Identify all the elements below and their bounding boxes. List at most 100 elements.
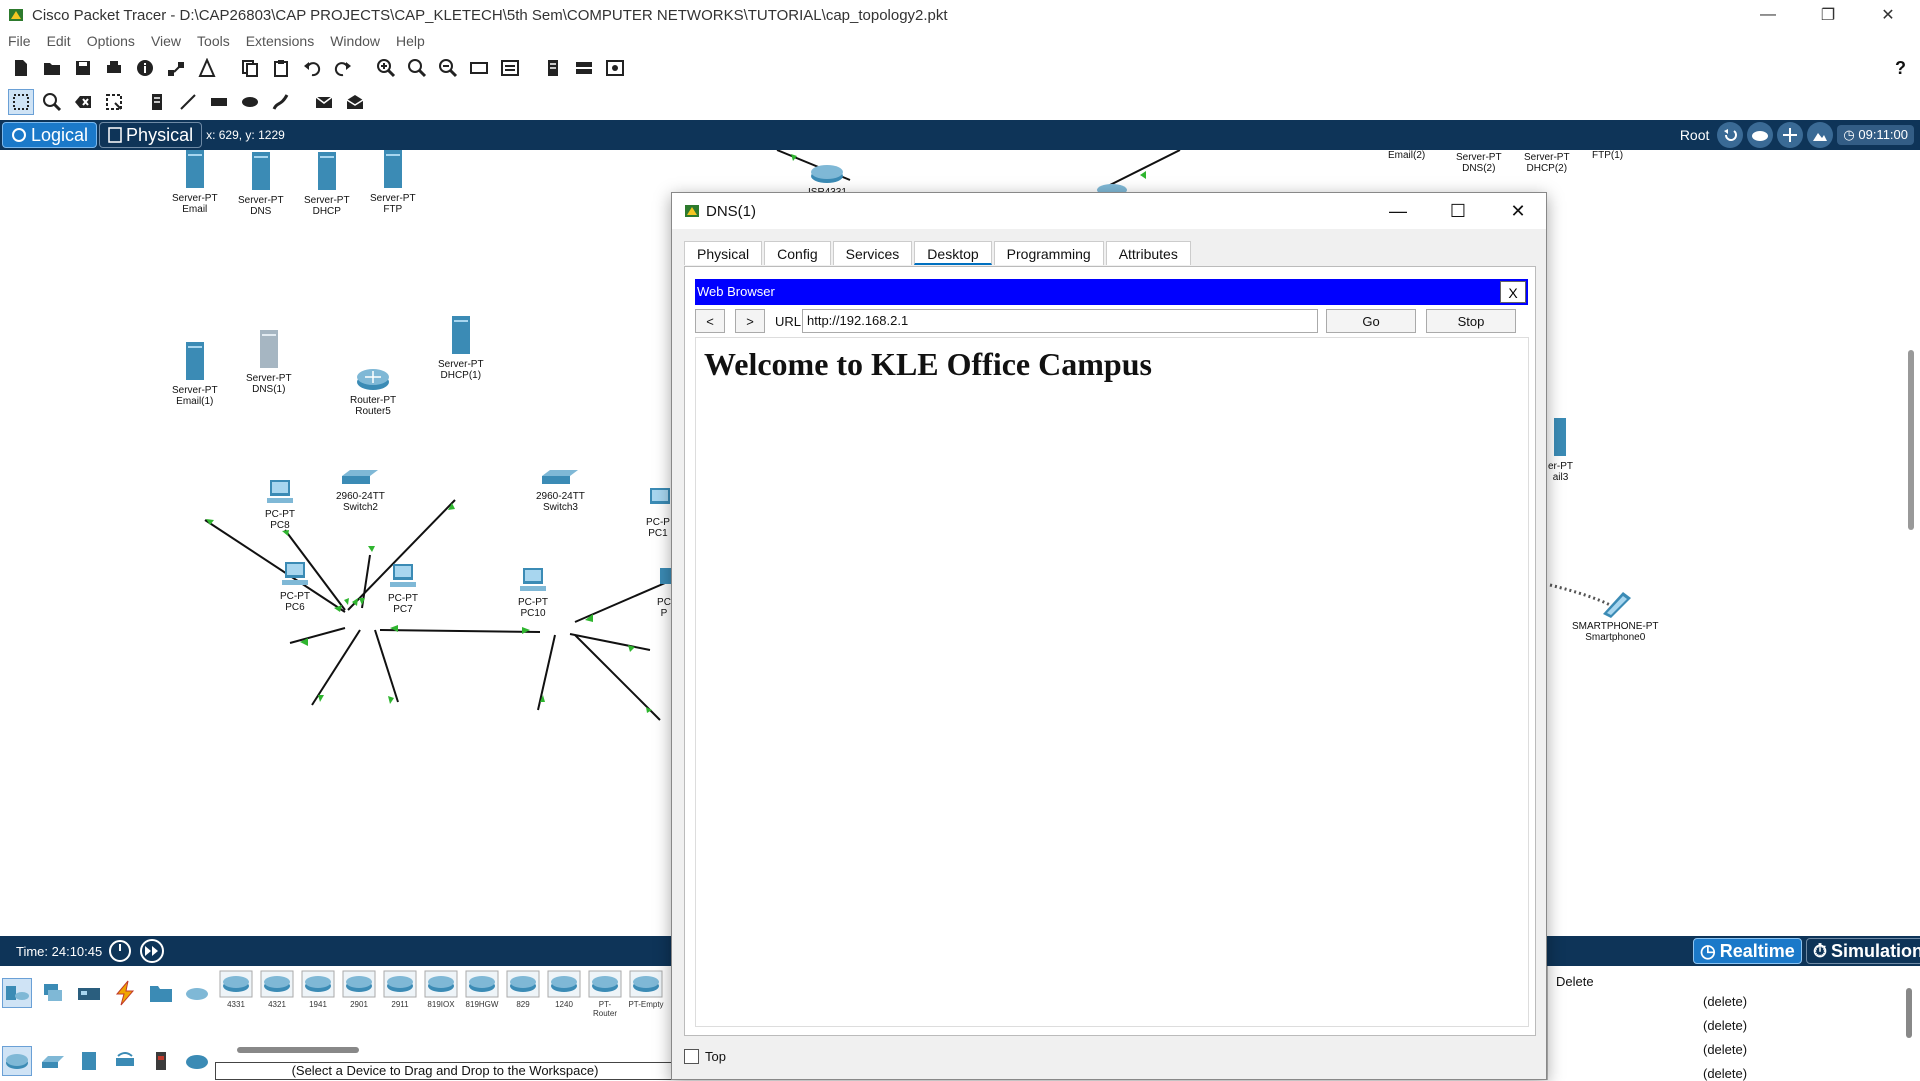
top-checkbox[interactable]: Top (684, 1049, 726, 1064)
go-button[interactable]: Go (1326, 309, 1416, 333)
device-pc8[interactable]: PC-PT PC8 (265, 480, 295, 531)
pdu-scrollbar[interactable] (1906, 988, 1912, 1038)
dialog-minimize-button[interactable]: — (1370, 193, 1426, 229)
menu-file[interactable]: File (8, 33, 31, 49)
inspect-tool-icon[interactable] (39, 89, 65, 115)
model-1240[interactable]: 1240 (546, 970, 582, 1018)
top-checkbox-box[interactable] (684, 1049, 699, 1064)
move-viewport-icon[interactable] (1777, 122, 1804, 148)
save-icon[interactable] (70, 55, 96, 81)
redo-icon[interactable] (330, 55, 356, 81)
tab-config[interactable]: Config (764, 241, 831, 265)
delete-tool-icon[interactable] (70, 89, 96, 115)
device-pc10[interactable]: PC-PT PC10 (518, 568, 548, 619)
model-819iox[interactable]: 819IOX (423, 970, 459, 1018)
realtime-tab[interactable]: ◷ Realtime (1693, 938, 1802, 964)
undo-icon[interactable] (299, 55, 325, 81)
palette-scrollbar[interactable] (237, 1047, 359, 1053)
tab-programming[interactable]: Programming (993, 241, 1104, 265)
select-tool-icon[interactable] (8, 89, 34, 115)
device-router5[interactable]: Router-PT Router5 (350, 366, 396, 417)
url-input[interactable]: http://192.168.2.1 (802, 309, 1318, 333)
simulation-tab[interactable]: ⏱ Simulation (1806, 938, 1920, 964)
pdu-delete-link[interactable]: (delete) (1703, 994, 1747, 1009)
device-server-dhcp2[interactable]: Server-PT DHCP(2) (1524, 152, 1570, 174)
model-819hgw[interactable]: 819HGW (464, 970, 500, 1018)
cluster-icon[interactable] (1747, 122, 1774, 148)
logical-tab[interactable]: Logical (2, 122, 98, 148)
vertical-scroll-thumb[interactable] (1908, 350, 1914, 530)
menu-edit[interactable]: Edit (47, 33, 71, 49)
physical-tab[interactable]: Physical (99, 122, 203, 148)
back-icon[interactable] (1717, 122, 1744, 148)
multiuser-icon[interactable] (182, 978, 212, 1008)
browser-back-button[interactable]: < (695, 309, 725, 333)
wireless-devices-icon[interactable] (110, 1046, 140, 1076)
device-server-email1[interactable]: Server-PT Email(1) (172, 342, 218, 407)
pdu-delete-link[interactable]: (delete) (1703, 1018, 1747, 1033)
tab-attributes[interactable]: Attributes (1105, 241, 1191, 265)
pdu-list-icon[interactable] (540, 55, 566, 81)
workspace-vertical-scrollbar[interactable] (1905, 150, 1920, 915)
device-pc-partial[interactable]: PC P (656, 568, 672, 619)
new-file-icon[interactable] (8, 55, 34, 81)
menu-window[interactable]: Window (330, 33, 380, 49)
open-folder-icon[interactable] (39, 55, 65, 81)
network-wizard-icon[interactable] (163, 55, 189, 81)
power-cycle-icon[interactable] (108, 939, 132, 963)
model-2901[interactable]: 2901 (341, 970, 377, 1018)
device-server-mail3[interactable]: er-PT ail3 (1548, 418, 1573, 483)
info-icon[interactable] (132, 55, 158, 81)
connections-icon[interactable] (110, 978, 140, 1008)
freeform-tool-icon[interactable] (268, 89, 294, 115)
tab-desktop[interactable]: Desktop (914, 241, 992, 265)
tab-physical[interactable]: Physical (684, 241, 763, 265)
zoom-reset-icon[interactable] (404, 55, 430, 81)
device-server-dhcp[interactable]: Server-PT DHCP (304, 152, 350, 217)
model-pt-empty[interactable]: PT-Empty (628, 970, 664, 1018)
drawing-palette-icon[interactable] (466, 55, 492, 81)
device-switch3[interactable]: 2960-24TT Switch3 (536, 468, 585, 513)
viewport-icon[interactable] (602, 55, 628, 81)
menu-help[interactable]: Help (396, 33, 425, 49)
wan-emulation-icon[interactable] (182, 1046, 212, 1076)
components-icon[interactable] (74, 978, 104, 1008)
menu-extensions[interactable]: Extensions (246, 33, 314, 49)
zoom-out-icon[interactable] (435, 55, 461, 81)
miscellaneous-icon[interactable] (146, 978, 176, 1008)
device-pc1[interactable]: PC-P PC1 (645, 488, 671, 539)
copy-icon[interactable] (237, 55, 263, 81)
model-2911[interactable]: 2911 (382, 970, 418, 1018)
custom-device-icon[interactable] (497, 55, 523, 81)
stop-button[interactable]: Stop (1426, 309, 1516, 333)
device-server-dns[interactable]: Server-PT DNS (238, 152, 284, 217)
model-829[interactable]: 829 (505, 970, 541, 1018)
restore-button[interactable]: ❐ (1805, 0, 1851, 30)
pdu-delete-link[interactable]: (delete) (1703, 1042, 1747, 1057)
device-server-ftp1[interactable]: FTP(1) (1592, 150, 1623, 161)
device-server-dhcp1[interactable]: Server-PT DHCP(1) (438, 316, 484, 381)
note-tool-icon[interactable] (144, 89, 170, 115)
ellipse-tool-icon[interactable] (237, 89, 263, 115)
device-server-email[interactable]: Server-PT Email (172, 150, 218, 215)
model-1941[interactable]: 1941 (300, 970, 336, 1018)
fast-forward-icon[interactable] (138, 939, 166, 963)
end-devices-icon[interactable] (38, 978, 68, 1008)
menu-tools[interactable]: Tools (197, 33, 230, 49)
browser-forward-button[interactable]: > (735, 309, 765, 333)
resize-tool-icon[interactable] (101, 89, 127, 115)
device-server-email2[interactable]: Email(2) (1388, 150, 1425, 161)
device-server-ftp[interactable]: Server-PT FTP (370, 150, 416, 215)
device-switch2[interactable]: 2960-24TT Switch2 (336, 468, 385, 513)
dialog-maximize-button[interactable]: ☐ (1430, 193, 1486, 229)
complex-pdu-icon[interactable] (342, 89, 368, 115)
hubs-icon[interactable] (74, 1046, 104, 1076)
web-browser-close-button[interactable]: X (1500, 281, 1526, 303)
security-icon[interactable] (146, 1046, 176, 1076)
print-icon[interactable] (101, 55, 127, 81)
zoom-in-icon[interactable] (373, 55, 399, 81)
pdu-delete-link[interactable]: (delete) (1703, 1066, 1747, 1081)
routers-icon[interactable] (2, 1046, 32, 1076)
menu-view[interactable]: View (151, 33, 181, 49)
background-image-icon[interactable] (1807, 122, 1834, 148)
